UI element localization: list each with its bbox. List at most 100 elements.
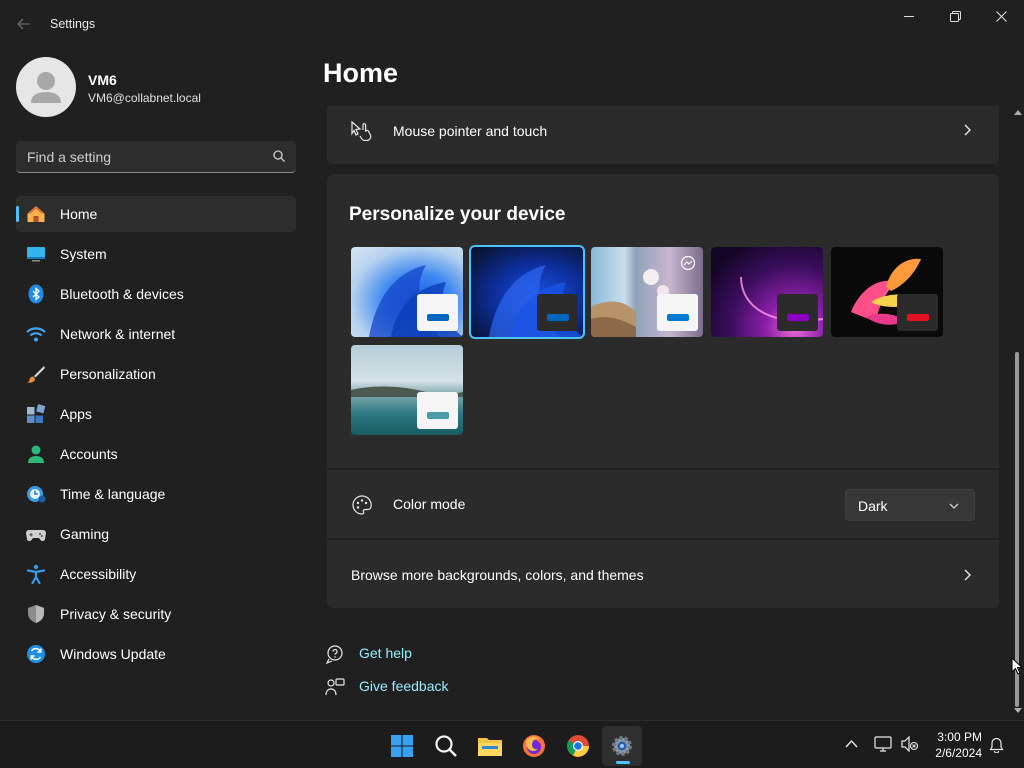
chrome-button[interactable] — [558, 726, 598, 766]
sidebar-item-label: Accessibility — [60, 566, 137, 582]
theme-thumbnail[interactable] — [351, 345, 463, 435]
start-icon — [391, 735, 413, 757]
theme-window-preview — [657, 294, 698, 331]
theme-accent-bar — [787, 314, 809, 321]
scroll-up-icon[interactable] — [1014, 109, 1022, 115]
sidebar-item-bluetooth[interactable]: Bluetooth & devices — [16, 276, 296, 312]
chevron-right-icon — [964, 124, 971, 136]
app-title: Settings — [50, 17, 96, 31]
shield-icon — [28, 605, 44, 623]
browse-themes-row[interactable]: Browse more backgrounds, colors, and the… — [327, 540, 999, 608]
scrollbar-thumb[interactable] — [1015, 352, 1019, 707]
taskbar: 3:00 PM 2/6/2024 — [0, 720, 1024, 768]
restore-icon — [949, 10, 961, 22]
back-button[interactable] — [10, 12, 38, 36]
firefox-button[interactable] — [514, 726, 554, 766]
chevron-up-icon[interactable] — [845, 739, 858, 748]
theme-window-preview — [897, 294, 938, 331]
clock-globe-icon — [27, 486, 46, 503]
minimize-button[interactable] — [886, 0, 932, 32]
apps-icon — [27, 404, 46, 423]
close-icon — [995, 10, 1007, 22]
slideshow-icon — [680, 255, 696, 271]
start-button[interactable] — [382, 726, 422, 766]
chevron-right-icon — [964, 569, 971, 581]
sidebar-item-home[interactable]: Home — [16, 196, 296, 232]
sidebar-item-label: Home — [60, 206, 98, 222]
notification-icon[interactable] — [989, 737, 1004, 753]
back-arrow-icon — [17, 18, 30, 30]
restore-button[interactable] — [932, 0, 978, 32]
theme-thumbnail[interactable] — [351, 247, 463, 337]
sidebar-item-gaming[interactable]: Gaming — [16, 516, 296, 552]
accounts-icon — [28, 445, 44, 463]
sidebar-item-accessibility[interactable]: Accessibility — [16, 556, 296, 592]
sidebar-item-system[interactable]: System — [16, 236, 296, 272]
theme-accent-bar — [547, 314, 569, 321]
sidebar-item-network[interactable]: Network & internet — [16, 316, 296, 352]
theme-accent-bar — [427, 314, 449, 321]
taskbar-search-button[interactable] — [426, 726, 466, 766]
sidebar-item-label: Accounts — [60, 446, 118, 462]
sidebar-item-label: Windows Update — [60, 646, 166, 662]
feedback-icon — [325, 678, 345, 696]
avatar[interactable] — [16, 57, 76, 117]
minimize-icon — [904, 16, 914, 17]
theme-thumbnail[interactable] — [831, 247, 943, 337]
home-icon — [27, 206, 45, 222]
system-icon — [27, 247, 45, 262]
title-bar: Settings — [0, 0, 1024, 48]
sidebar-item-personalization[interactable]: Personalization — [16, 356, 296, 392]
theme-thumbnail[interactable] — [591, 247, 703, 337]
theme-thumbnail-selected[interactable] — [469, 245, 585, 339]
main-content: Mouse pointer and touch Personalize your… — [312, 106, 1012, 720]
user-email: VM6@collabnet.local — [88, 91, 201, 105]
sidebar-item-label: Privacy & security — [60, 606, 172, 622]
sidebar-item-windows-update[interactable]: Windows Update — [16, 636, 296, 672]
theme-window-preview — [777, 294, 818, 331]
sidebar-item-apps[interactable]: Apps — [16, 396, 296, 432]
get-help-link[interactable]: Get help — [359, 645, 412, 661]
theme-accent-bar — [427, 412, 449, 419]
help-icon — [325, 645, 343, 664]
firefox-icon — [523, 735, 545, 757]
file-explorer-icon — [478, 738, 502, 756]
mouse-touch-icon — [351, 121, 372, 141]
sidebar-item-label: System — [60, 246, 107, 262]
give-feedback-link[interactable]: Give feedback — [359, 678, 449, 694]
settings-app-button[interactable] — [602, 726, 642, 766]
scroll-down-icon[interactable] — [1014, 708, 1022, 714]
mouse-pointer-row[interactable]: Mouse pointer and touch — [327, 106, 999, 164]
brush-icon — [27, 366, 45, 383]
file-explorer-button[interactable] — [470, 726, 510, 766]
theme-thumbnail[interactable] — [711, 247, 823, 337]
sidebar-item-privacy[interactable]: Privacy & security — [16, 596, 296, 632]
user-name: VM6 — [88, 72, 117, 88]
taskbar-clock[interactable]: 3:00 PM 2/6/2024 — [928, 729, 982, 761]
sidebar-item-label: Network & internet — [60, 326, 176, 342]
user-avatar-icon — [31, 72, 61, 103]
close-button[interactable] — [978, 0, 1024, 32]
volume-muted-icon[interactable] — [901, 736, 919, 752]
theme-window-preview — [417, 294, 458, 331]
clock-time: 3:00 PM — [937, 730, 982, 744]
search-box[interactable] — [16, 141, 296, 173]
mouse-cursor-icon — [1011, 657, 1023, 675]
sidebar-item-label: Apps — [60, 406, 92, 422]
sidebar-item-time-language[interactable]: Time & language — [16, 476, 296, 512]
network-icon[interactable] — [874, 736, 892, 752]
personalize-card: Personalize your device Color mode Dark … — [327, 174, 999, 608]
sidebar-item-label: Personalization — [60, 366, 156, 382]
clock-date: 2/6/2024 — [935, 746, 982, 760]
theme-window-preview — [537, 294, 578, 331]
color-mode-value: Dark — [858, 498, 888, 514]
palette-icon — [352, 495, 372, 515]
search-input[interactable] — [16, 141, 266, 172]
gamepad-icon — [26, 530, 46, 542]
search-icon[interactable] — [272, 149, 286, 163]
browse-themes-label: Browse more backgrounds, colors, and the… — [351, 567, 644, 583]
color-mode-dropdown[interactable]: Dark — [845, 489, 975, 521]
settings-icon — [612, 736, 632, 756]
sidebar-item-accounts[interactable]: Accounts — [16, 436, 296, 472]
sidebar: VM6 VM6@collabnet.local Home System Blue… — [0, 48, 312, 720]
